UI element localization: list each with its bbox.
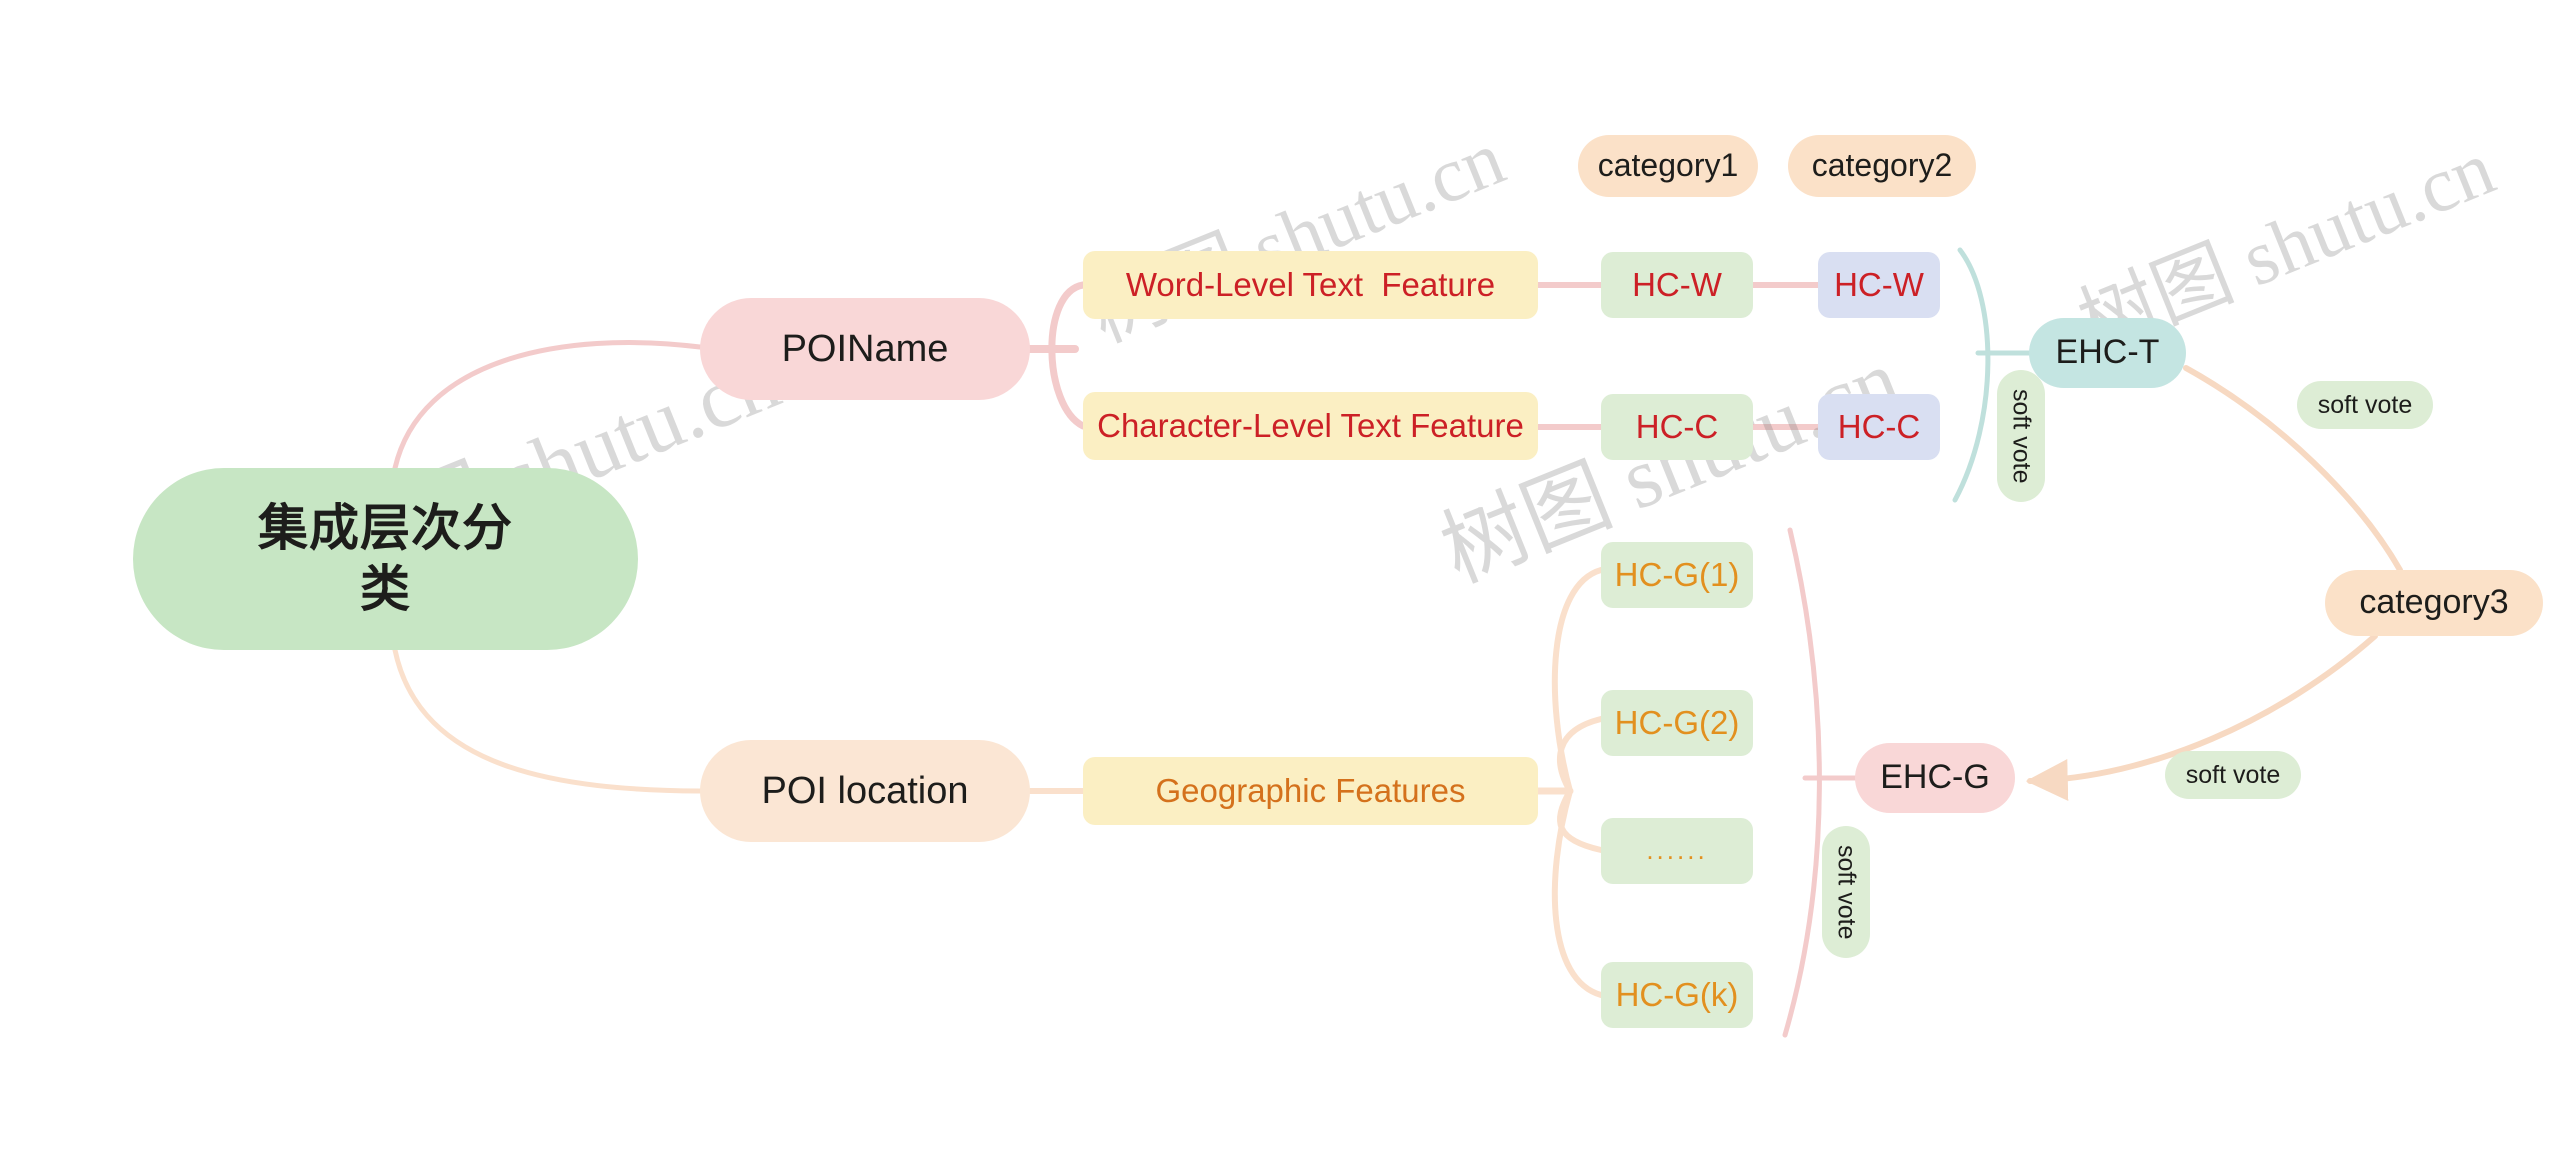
watermark: 树图 shutu.cn <box>1077 113 1516 359</box>
category-node-category1[interactable]: category1 <box>1578 135 1758 197</box>
edge-hcg-bracket <box>1782 527 1822 1038</box>
mindmap-canvas: 树图 shutu.cn 树图 shutu.cn 树图 shutu.cn 树图 s… <box>0 0 2560 1157</box>
edge-geo-to-hcgdots <box>1557 788 1604 853</box>
classifier-node-hc-g-1[interactable]: HC-G(1) <box>1601 542 1753 608</box>
feature-node-geographic-features[interactable]: Geographic Features <box>1083 757 1538 825</box>
branch-node-poi-location[interactable]: POI location <box>700 740 1030 842</box>
category-node-category3[interactable]: category3 <box>2325 570 2543 636</box>
edge-geo-to-hcgk <box>1551 788 1604 998</box>
ensemble-node-ehc-g[interactable]: EHC-G <box>1855 743 2015 813</box>
edge-teal-bracket <box>1952 247 1991 503</box>
edge-root-poilocation <box>392 647 703 794</box>
edge-geo-to-hcg2 <box>1557 716 1604 794</box>
classifier-node-hc-g-k[interactable]: HC-G(k) <box>1601 962 1753 1028</box>
classifier-node-hc-c[interactable]: HC-C <box>1601 394 1753 460</box>
edge-label-soft-vote-category3-ehcg: soft vote <box>2165 751 2301 799</box>
classifier-node-hc-g-ellipsis[interactable]: ...... <box>1601 818 1753 884</box>
edge-poiname-bracket <box>1048 281 1087 430</box>
classifier-node-hc-w[interactable]: HC-W <box>1601 252 1753 318</box>
classifier-output-node-hc-w[interactable]: HC-W <box>1818 252 1940 318</box>
root-node-integrated-hierarchical-classification[interactable]: 集成层次分 类 <box>133 468 638 650</box>
edge-label-soft-vote-ehc-g: soft vote <box>1822 826 1870 958</box>
category-node-category2[interactable]: category2 <box>1788 135 1976 197</box>
feature-node-character-level-text[interactable]: Character-Level Text Feature <box>1083 392 1538 460</box>
edge-label-soft-vote-ehct-category3: soft vote <box>2297 381 2433 429</box>
classifier-node-hc-g-2[interactable]: HC-G(2) <box>1601 690 1753 756</box>
ensemble-node-ehc-t[interactable]: EHC-T <box>2029 318 2186 388</box>
branch-node-poiname[interactable]: POIName <box>700 298 1030 400</box>
edge-root-poiname <box>392 340 703 471</box>
edge-label-soft-vote-ehc-t: soft vote <box>1997 370 2045 502</box>
feature-node-word-level-text[interactable]: Word-Level Text Feature <box>1083 251 1538 319</box>
edge-geo-to-hcg1 <box>1551 567 1604 794</box>
classifier-output-node-hc-c[interactable]: HC-C <box>1818 394 1940 460</box>
